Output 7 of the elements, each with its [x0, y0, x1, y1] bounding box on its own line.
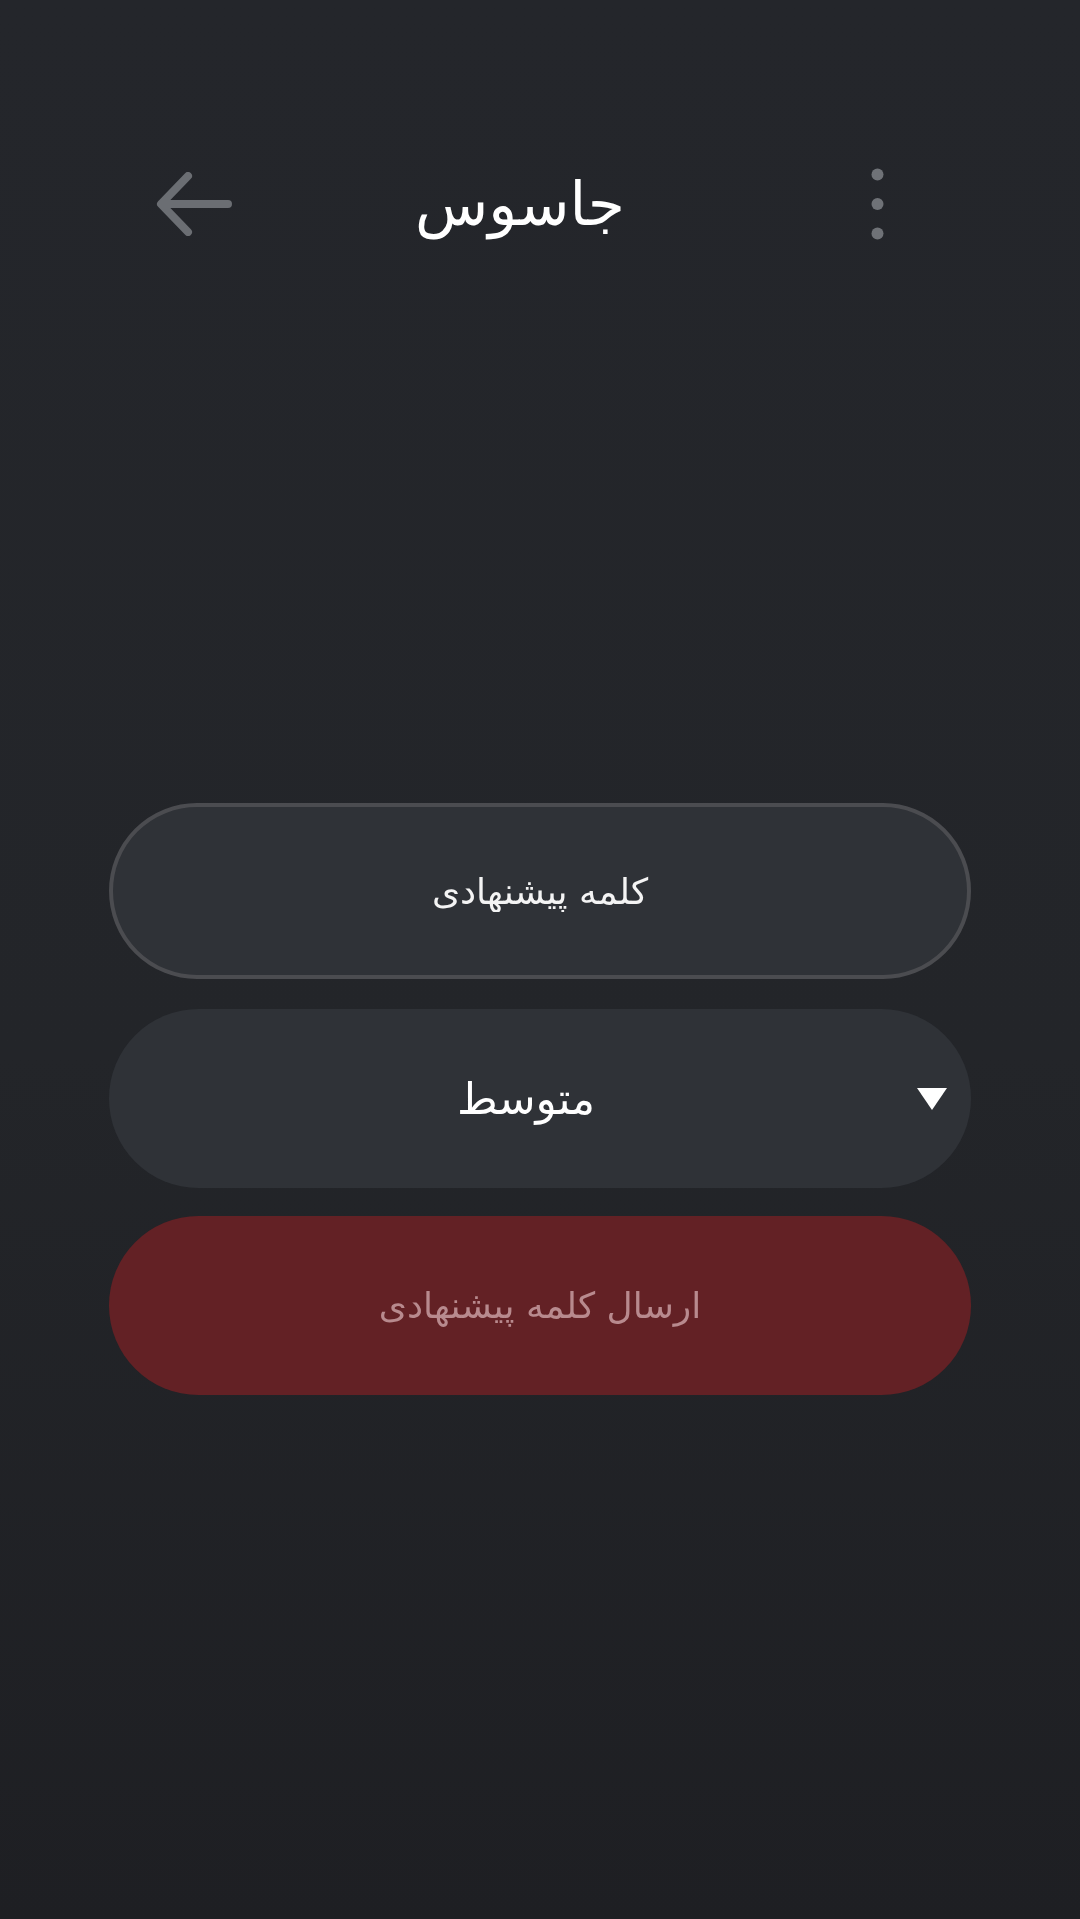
difficulty-dropdown[interactable]: متوسط: [109, 1009, 971, 1188]
menu-button[interactable]: [871, 168, 884, 240]
arrow-left-icon: [156, 172, 232, 236]
app-logo: جاسوس: [415, 168, 625, 242]
back-button[interactable]: [156, 172, 232, 236]
caret-down-icon: [917, 1087, 947, 1110]
more-vertical-icon: [871, 168, 884, 240]
